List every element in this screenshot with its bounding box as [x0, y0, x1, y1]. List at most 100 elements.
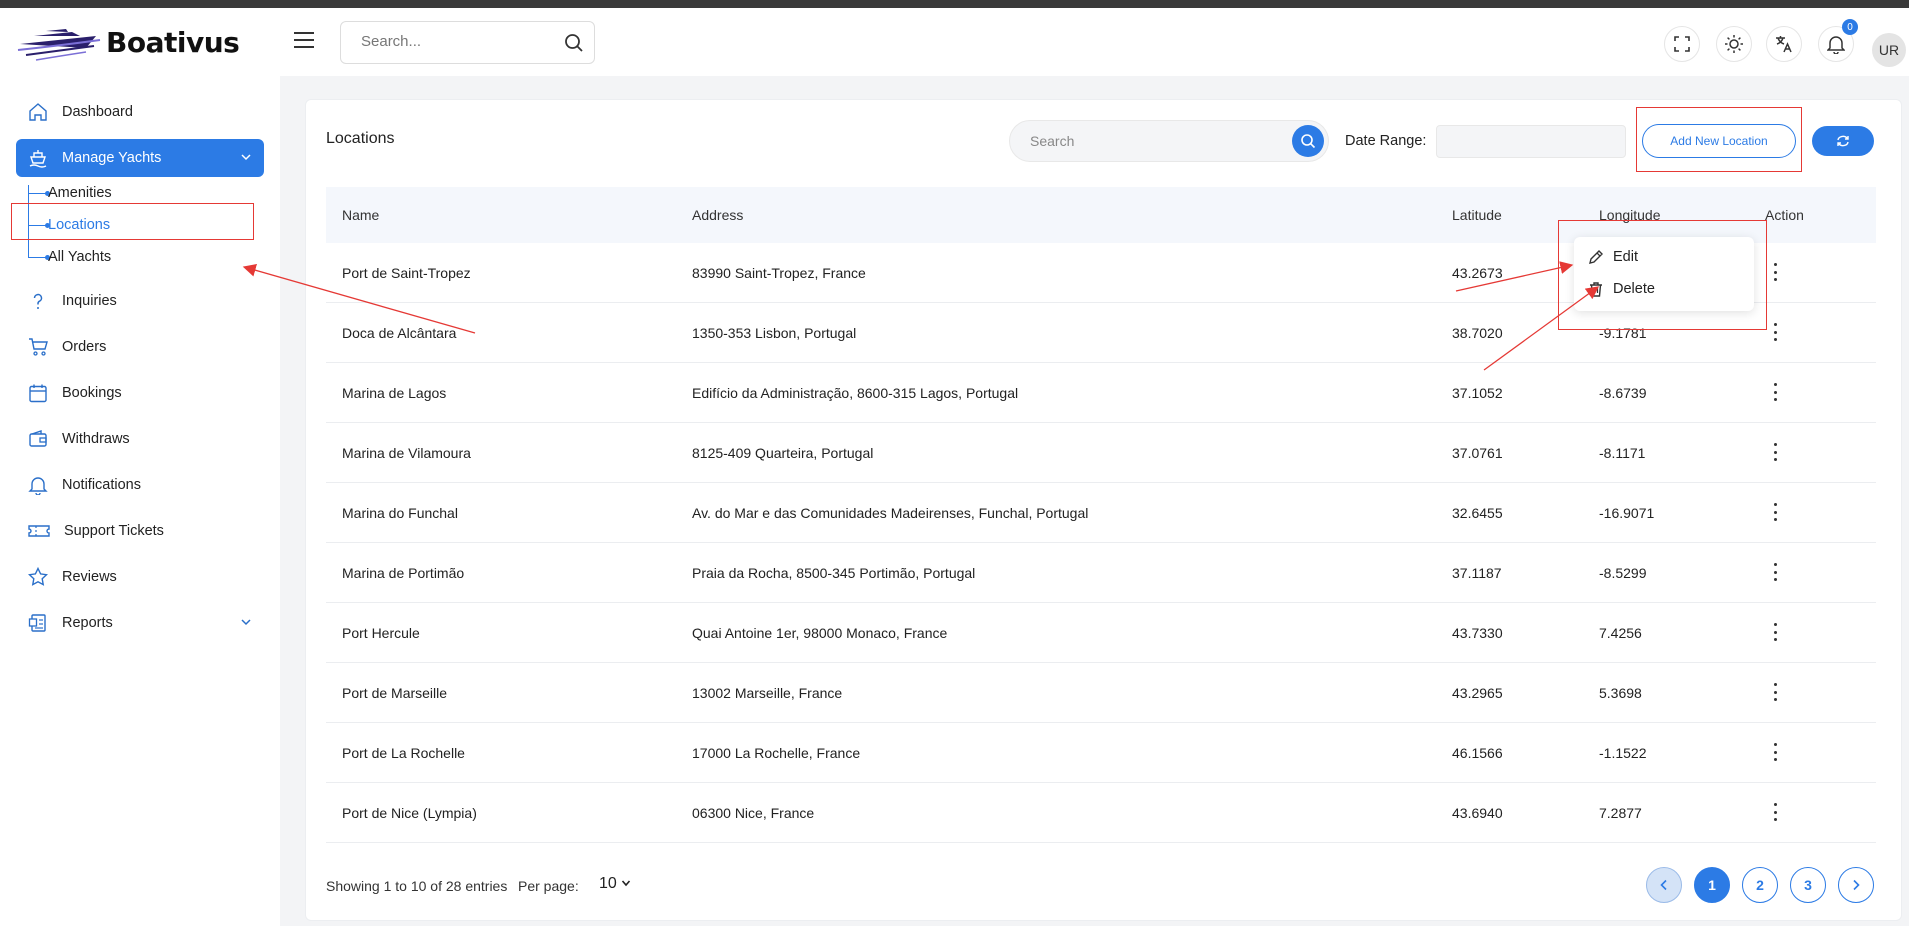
edit-menu-item[interactable]: Edit [1588, 249, 1638, 265]
global-search-input[interactable] [361, 33, 551, 50]
cart-icon [29, 338, 48, 356]
translate-icon [1776, 36, 1792, 53]
row-actions-kebab-icon[interactable] [1771, 501, 1779, 523]
pagination-page-3[interactable]: 3 [1790, 867, 1826, 903]
location-name: Port de Saint-Tropez [342, 265, 471, 281]
row-actions-kebab-icon[interactable] [1771, 381, 1779, 403]
sidebar: Dashboard Manage Yachts Amenities Locati… [0, 76, 280, 926]
language-button[interactable] [1766, 26, 1802, 62]
sidebar-item-withdraws[interactable]: Withdraws [16, 420, 264, 458]
sidebar-item-notifications[interactable]: Notifications [16, 466, 264, 504]
star-icon [28, 567, 48, 586]
location-name: Marina do Funchal [342, 505, 458, 521]
row-actions-kebab-icon[interactable] [1771, 621, 1779, 643]
report-icon [28, 614, 46, 632]
submenu-item-locations[interactable]: Locations [48, 217, 110, 233]
per-page-select[interactable]: 10 [599, 875, 631, 893]
submenu-tree-line [28, 185, 29, 258]
table-row: Marina do Funchal Av. do Mar e das Comuni… [326, 483, 1876, 543]
location-longitude: -9.1781 [1599, 325, 1647, 341]
search-submit-button[interactable] [1292, 125, 1324, 157]
entries-info: Showing 1 to 10 of 28 entries [326, 878, 508, 894]
location-address: Praia da Rocha, 8500-345 Portimão, Portu… [692, 565, 976, 581]
search-icon[interactable] [564, 33, 584, 58]
submenu-connector [28, 225, 46, 226]
location-name: Port de Nice (Lympia) [342, 805, 477, 821]
column-header-action: Action [1765, 207, 1804, 223]
delete-menu-item[interactable]: Delete [1588, 281, 1655, 297]
pagination-page-1[interactable]: 1 [1694, 867, 1730, 903]
location-latitude: 37.1187 [1452, 565, 1502, 581]
date-range-input[interactable] [1436, 125, 1626, 158]
browser-top-strip [0, 0, 1909, 8]
column-header-latitude: Latitude [1452, 207, 1502, 223]
submenu-item-all-yachts[interactable]: All Yachts [48, 249, 111, 265]
sidebar-item-label: Orders [62, 339, 107, 355]
pagination-prev-button[interactable] [1646, 867, 1682, 903]
locations-card: Locations Date Range: Add New Location N… [305, 99, 1902, 921]
sidebar-item-support-tickets[interactable]: Support Tickets [16, 512, 264, 550]
row-actions-kebab-icon[interactable] [1771, 681, 1779, 703]
pencil-icon [1589, 250, 1603, 264]
sidebar-item-bookings[interactable]: Bookings [16, 374, 264, 412]
top-header: Boativus 0 UR [0, 8, 1909, 76]
location-latitude: 43.2673 [1452, 265, 1503, 281]
table-row: Port Hercule Quai Antoine 1er, 98000 Mona… [326, 603, 1876, 663]
row-actions-kebab-icon[interactable] [1771, 441, 1779, 463]
delete-label: Delete [1613, 281, 1655, 297]
row-actions-kebab-icon[interactable] [1771, 261, 1779, 283]
brand-logo[interactable]: Boativus [16, 22, 240, 62]
table-row: Port de Nice (Lympia) 06300 Nice, France 4… [326, 783, 1876, 843]
location-address: Edifício da Administração, 8600-315 Lago… [692, 385, 1019, 401]
menu-toggle-icon[interactable] [294, 32, 314, 50]
locations-search [1009, 120, 1329, 162]
pagination-next-button[interactable] [1838, 867, 1874, 903]
sidebar-item-label: Bookings [62, 385, 122, 401]
sidebar-item-label: Manage Yachts [62, 150, 162, 166]
location-longitude: 7.2877 [1599, 805, 1642, 821]
location-address: Av. do Mar e das Comunidades Madeirenses… [692, 505, 1089, 521]
location-latitude: 43.7330 [1452, 625, 1503, 641]
add-new-location-button[interactable]: Add New Location [1642, 124, 1796, 158]
location-latitude: 38.7020 [1452, 325, 1503, 341]
sidebar-item-reports[interactable]: Reports [16, 604, 264, 642]
theme-toggle-button[interactable] [1716, 26, 1752, 62]
sidebar-item-label: Withdraws [62, 431, 130, 447]
location-name: Doca de Alcântara [342, 325, 457, 341]
calendar-icon [29, 384, 47, 403]
user-avatar[interactable]: UR [1872, 33, 1906, 67]
sidebar-item-label: Notifications [62, 477, 141, 493]
row-actions-kebab-icon[interactable] [1771, 321, 1779, 343]
column-header-address: Address [692, 207, 744, 223]
fullscreen-button[interactable] [1664, 26, 1700, 62]
table-row: Marina de Portimão Praia da Rocha, 8500-3… [326, 543, 1876, 603]
sidebar-item-inquiries[interactable]: Inquiries [16, 282, 264, 320]
sidebar-item-orders[interactable]: Orders [16, 328, 264, 366]
sidebar-item-manage-yachts[interactable]: Manage Yachts [16, 139, 264, 177]
refresh-button[interactable] [1812, 126, 1874, 156]
row-actions-kebab-icon[interactable] [1771, 741, 1779, 763]
table-row: Doca de Alcântara 1350-353 Lisbon, Portug… [326, 303, 1876, 363]
location-longitude: -8.6739 [1599, 385, 1647, 401]
table-row: Port de Marseille 13002 Marseille, France… [326, 663, 1876, 723]
location-name: Port de La Rochelle [342, 745, 465, 761]
location-longitude: -8.1171 [1599, 445, 1646, 461]
ticket-icon [28, 525, 50, 537]
sidebar-item-dashboard[interactable]: Dashboard [16, 93, 264, 131]
pagination-page-2[interactable]: 2 [1742, 867, 1778, 903]
refresh-icon [1837, 135, 1849, 147]
sidebar-item-reviews[interactable]: Reviews [16, 558, 264, 596]
trash-icon [1590, 282, 1602, 297]
submenu-item-amenities[interactable]: Amenities [48, 185, 112, 201]
row-actions-kebab-icon[interactable] [1771, 561, 1779, 583]
wallet-icon [29, 430, 47, 447]
row-actions-kebab-icon[interactable] [1771, 801, 1779, 823]
location-latitude: 37.0761 [1452, 445, 1503, 461]
locations-search-input[interactable] [1030, 133, 1270, 149]
sidebar-item-label: Support Tickets [64, 523, 164, 539]
submenu-connector [28, 257, 46, 258]
chevron-left-icon [1660, 879, 1667, 891]
location-address: 1350-353 Lisbon, Portugal [692, 325, 857, 341]
sidebar-item-label: Reports [62, 615, 113, 631]
bell-icon [28, 477, 48, 495]
